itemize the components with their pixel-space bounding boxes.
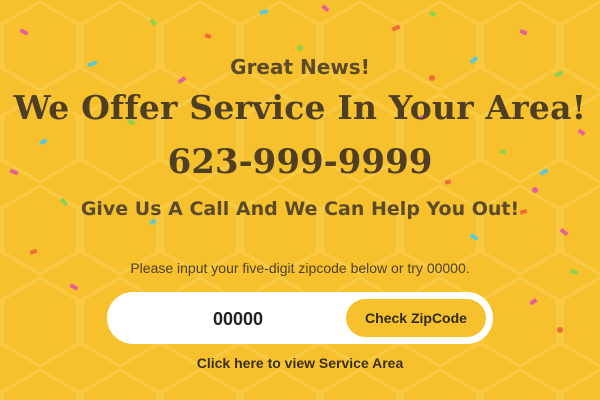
zipcode-hint: Please input your five-digit zipcode bel…	[130, 260, 470, 276]
check-zipcode-button[interactable]: Check ZipCode	[346, 299, 486, 337]
zipcode-input[interactable]	[127, 300, 349, 338]
phone-number[interactable]: 623-999-9999	[0, 142, 600, 182]
subheading: Give Us A Call And We Can Help You Out!	[80, 198, 520, 220]
service-banner: Great News! We Offer Service In Your Are…	[0, 0, 600, 400]
view-service-area-link[interactable]: Click here to view Service Area	[0, 355, 600, 371]
headline: We Offer Service In Your Area!	[13, 88, 587, 127]
zipcode-form: Check ZipCode	[107, 292, 493, 344]
pre-heading: Great News!	[230, 55, 370, 79]
